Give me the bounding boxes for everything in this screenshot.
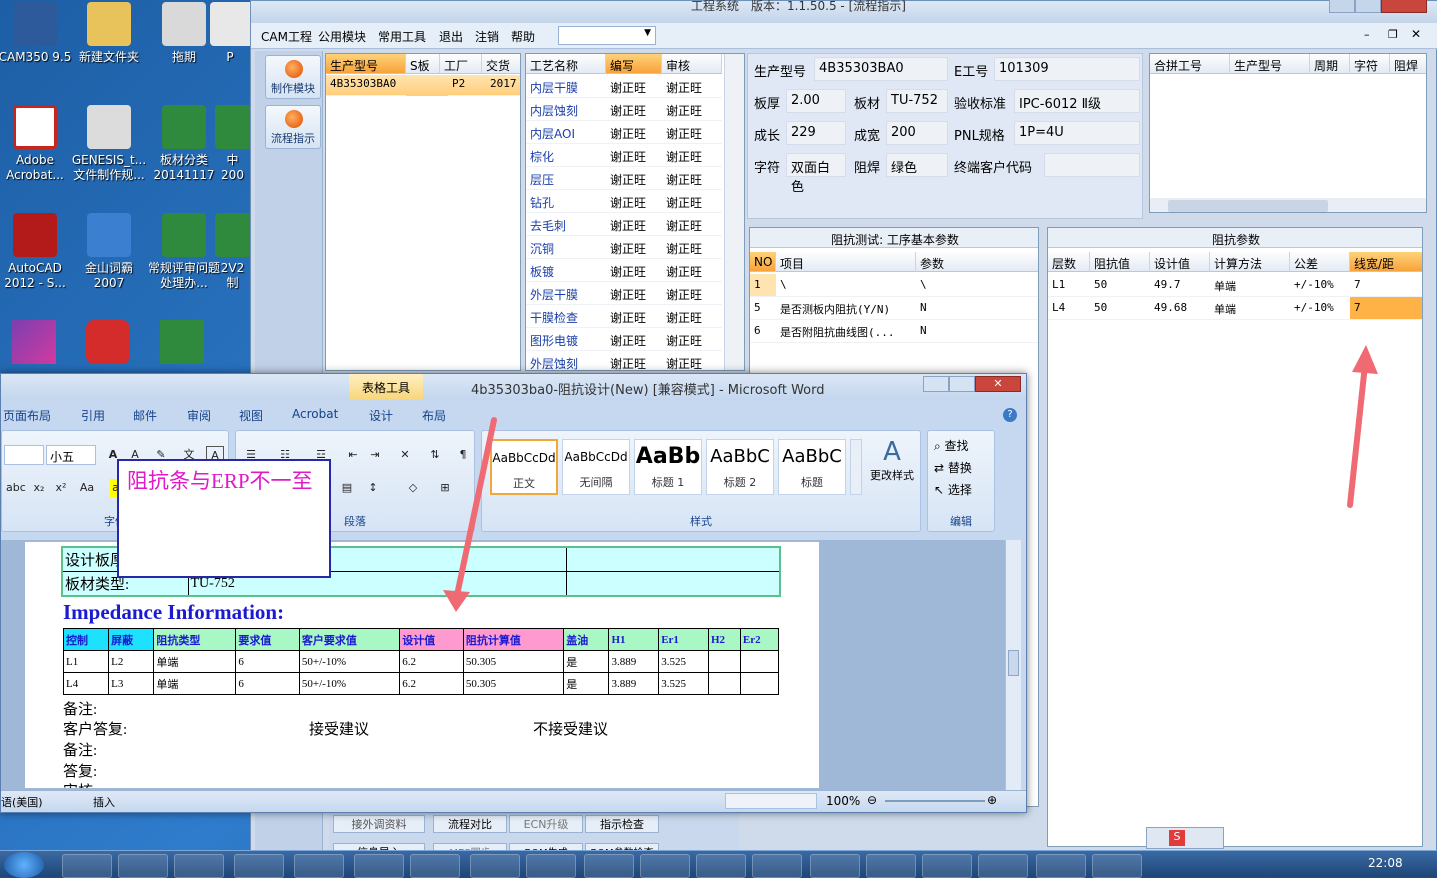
- arrow-head: [1352, 345, 1378, 374]
- annotation-arrows: [443, 345, 1378, 612]
- taskbar-item[interactable]: [118, 854, 168, 878]
- taskbar-item[interactable]: [922, 854, 972, 878]
- taskbar-item[interactable]: [234, 854, 284, 878]
- sogou-icon: S: [1169, 830, 1185, 846]
- taskbar-item[interactable]: [1092, 854, 1142, 878]
- arrow-head: [443, 590, 470, 612]
- taskbar-item[interactable]: [62, 854, 112, 878]
- taskbar-item[interactable]: [584, 854, 634, 878]
- start-button[interactable]: [4, 852, 44, 878]
- taskbar-item[interactable]: [866, 854, 916, 878]
- taskbar-item[interactable]: [354, 854, 404, 878]
- taskbar: S 22:08: [0, 827, 1437, 878]
- clock[interactable]: 22:08: [1368, 856, 1403, 870]
- taskbar-item[interactable]: [1036, 854, 1086, 878]
- arrow-to-line-width: [1347, 362, 1368, 508]
- ime-toolbar[interactable]: S: [1146, 827, 1224, 849]
- taskbar-item[interactable]: [470, 854, 520, 878]
- taskbar-item[interactable]: [526, 854, 576, 878]
- taskbar-item[interactable]: [978, 854, 1028, 878]
- taskbar-item[interactable]: [410, 854, 460, 878]
- taskbar-item[interactable]: [810, 854, 860, 878]
- taskbar-item[interactable]: [174, 854, 224, 878]
- taskbar-item[interactable]: [696, 854, 746, 878]
- taskbar-item[interactable]: [294, 854, 344, 878]
- annotation-note: 阻抗条与ERP不一至: [117, 459, 331, 578]
- arrow-to-design-value: [453, 417, 497, 603]
- taskbar-item[interactable]: [640, 854, 690, 878]
- taskbar-item[interactable]: [752, 854, 802, 878]
